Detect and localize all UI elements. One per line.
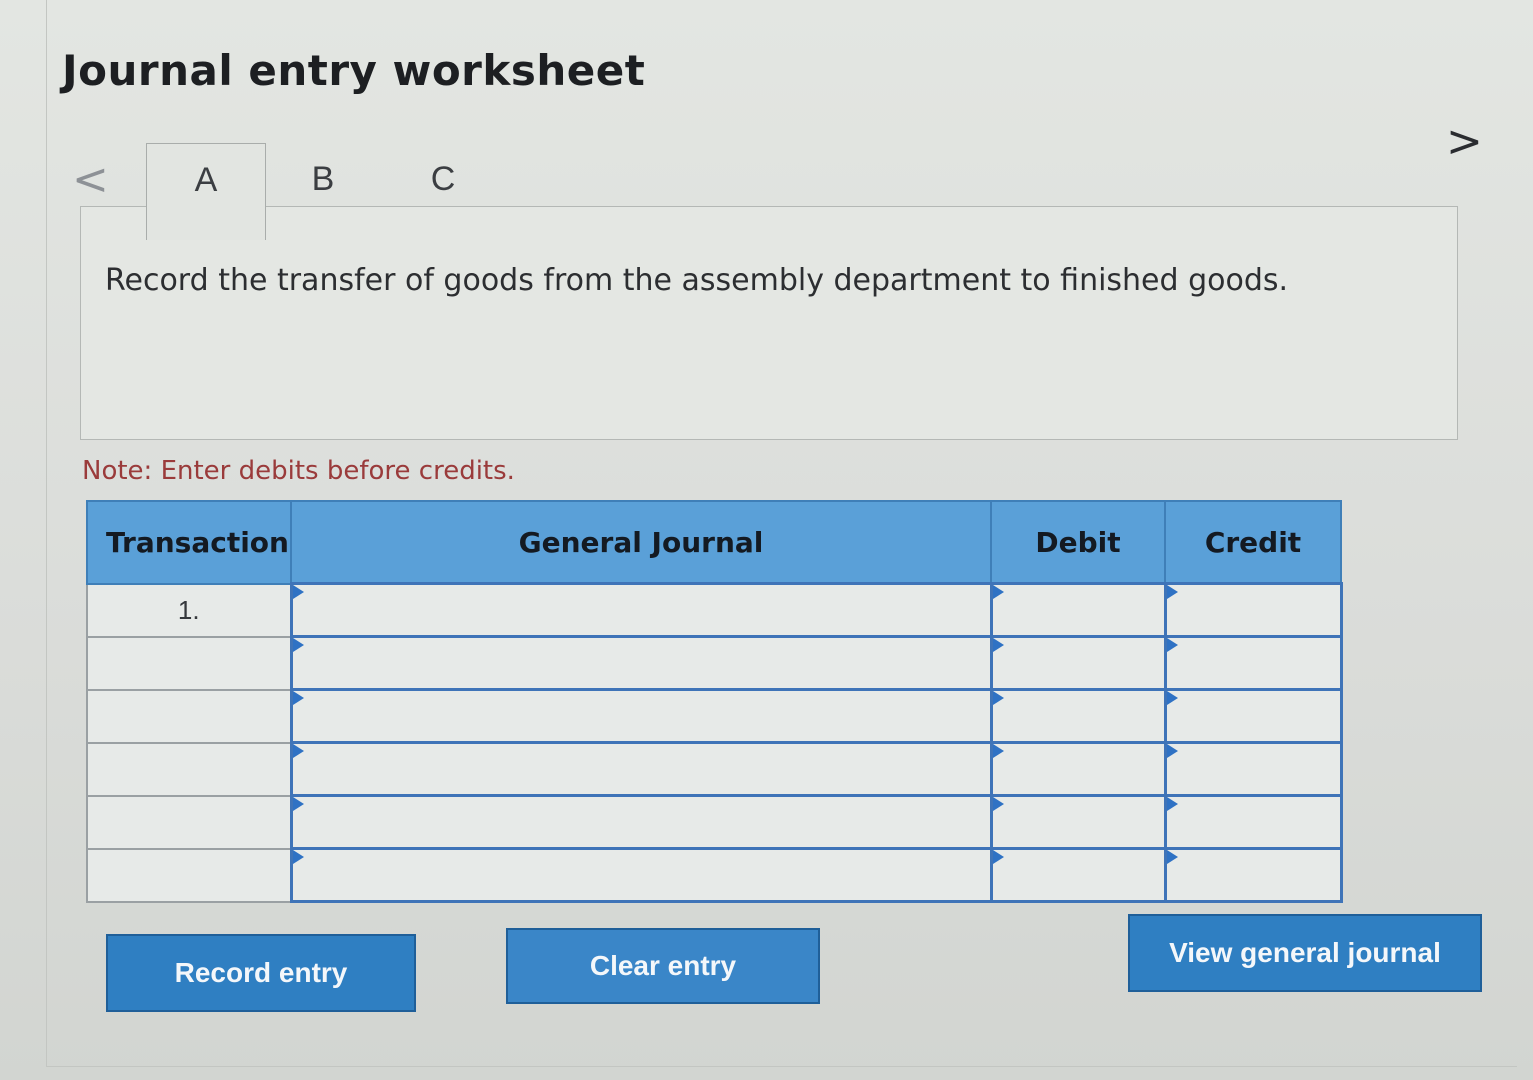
journal-body: 1. [86, 582, 1343, 903]
transaction-cell [86, 794, 292, 850]
dropdown-marker-icon [292, 585, 304, 599]
dropdown-marker-icon [992, 850, 1004, 864]
credit-cell [1163, 847, 1343, 903]
header-credit: Credit [1164, 500, 1342, 585]
page-title: Journal entry worksheet [62, 46, 646, 95]
account-cell [289, 635, 993, 691]
dropdown-marker-icon [292, 850, 304, 864]
dropdown-marker-icon [1166, 744, 1178, 758]
transaction-cell [86, 635, 292, 691]
journal-table: Transaction General Journal Debit Credit… [86, 500, 1343, 903]
credit-cell [1163, 635, 1343, 691]
credit-cell [1163, 688, 1343, 744]
dropdown-marker-icon [292, 744, 304, 758]
dropdown-marker-icon [1166, 638, 1178, 652]
page-background: Journal entry worksheet < > A B C Record… [0, 0, 1533, 1080]
debit-input[interactable] [992, 638, 1164, 688]
note-text: Note: Enter debits before credits. [82, 456, 515, 486]
account-cell [289, 794, 993, 850]
instruction-text: Record the transfer of goods from the as… [105, 263, 1289, 298]
debit-input[interactable] [992, 691, 1164, 741]
header-transaction: Transaction [86, 500, 292, 585]
dropdown-marker-icon [1166, 850, 1178, 864]
record-entry-button[interactable]: Record entry [106, 934, 416, 1012]
debit-cell [989, 847, 1167, 903]
account-input[interactable] [292, 638, 990, 688]
credit-input[interactable] [1166, 850, 1340, 900]
transaction-cell [86, 741, 292, 797]
account-input[interactable] [292, 744, 990, 794]
debit-cell [989, 794, 1167, 850]
account-cell [289, 741, 993, 797]
credit-input[interactable] [1166, 638, 1340, 688]
credit-cell [1163, 582, 1343, 638]
debit-input[interactable] [992, 797, 1164, 847]
credit-cell [1163, 794, 1343, 850]
credit-input[interactable] [1166, 797, 1340, 847]
debit-cell [989, 688, 1167, 744]
view-general-journal-button[interactable]: View general journal [1128, 914, 1482, 992]
table-row [86, 635, 1343, 691]
account-input[interactable] [292, 850, 990, 900]
tab-a[interactable]: A [146, 143, 266, 240]
credit-input[interactable] [1166, 744, 1340, 794]
account-cell [289, 688, 993, 744]
dropdown-marker-icon [992, 585, 1004, 599]
credit-cell [1163, 741, 1343, 797]
table-row [86, 688, 1343, 744]
debit-input[interactable] [992, 585, 1164, 635]
transaction-cell: 1. [86, 582, 292, 638]
credit-input[interactable] [1166, 691, 1340, 741]
dropdown-marker-icon [1166, 691, 1178, 705]
table-row: 1. [86, 582, 1343, 638]
dropdown-marker-icon [1166, 797, 1178, 811]
account-input[interactable] [292, 797, 990, 847]
header-general-journal: General Journal [290, 500, 992, 585]
dropdown-marker-icon [292, 638, 304, 652]
table-row [86, 847, 1343, 903]
chevron-right-icon[interactable]: > [1446, 120, 1483, 164]
account-cell [289, 847, 993, 903]
transaction-cell [86, 688, 292, 744]
account-input[interactable] [292, 691, 990, 741]
dropdown-marker-icon [292, 691, 304, 705]
dropdown-marker-icon [292, 797, 304, 811]
debit-cell [989, 635, 1167, 691]
transaction-cell [86, 847, 292, 903]
debit-input[interactable] [992, 850, 1164, 900]
dropdown-marker-icon [992, 744, 1004, 758]
credit-input[interactable] [1166, 585, 1340, 635]
clear-entry-button[interactable]: Clear entry [506, 928, 820, 1004]
debit-cell [989, 741, 1167, 797]
header-debit: Debit [990, 500, 1166, 585]
table-row [86, 741, 1343, 797]
table-row [86, 794, 1343, 850]
instruction-panel: Record the transfer of goods from the as… [80, 206, 1458, 440]
debit-input[interactable] [992, 744, 1164, 794]
dropdown-marker-icon [992, 797, 1004, 811]
account-input[interactable] [292, 585, 990, 635]
dropdown-marker-icon [1166, 585, 1178, 599]
chevron-left-icon[interactable]: < [72, 158, 109, 202]
table-header-row: Transaction General Journal Debit Credit [86, 500, 1342, 585]
account-cell [289, 582, 993, 638]
debit-cell [989, 582, 1167, 638]
dropdown-marker-icon [992, 638, 1004, 652]
dropdown-marker-icon [992, 691, 1004, 705]
